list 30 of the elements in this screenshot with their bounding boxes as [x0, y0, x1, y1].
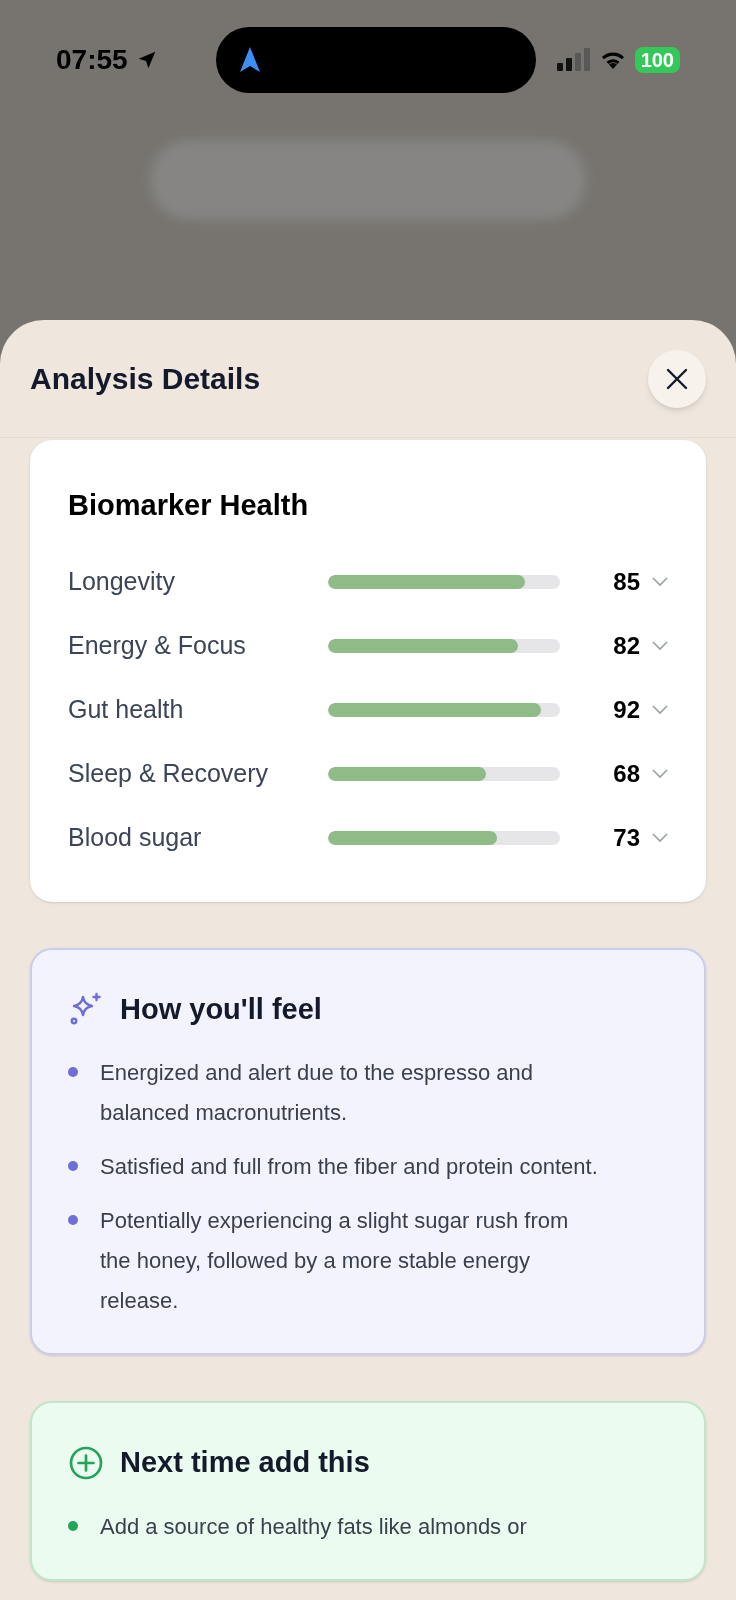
biomarker-score: 82	[613, 630, 640, 661]
biomarker-score: 68	[613, 758, 640, 789]
bullet-text: Add a source of healthy fats like almonds or	[100, 1512, 528, 1541]
bullet-text: Satisfied and full from the fiber and protein content.	[100, 1153, 599, 1181]
biomarker-label: Sleep & Recovery	[68, 757, 270, 789]
signal-icon	[556, 48, 591, 72]
chevron-down-icon[interactable]	[652, 768, 668, 779]
close-icon	[666, 367, 688, 390]
card-title: Biomarker Health	[68, 488, 310, 523]
biomarker-label: Energy & Focus	[68, 629, 247, 661]
chevron-down-icon[interactable]	[652, 832, 668, 843]
biomarker-score: 73	[613, 822, 640, 853]
navigation-arrow-icon	[238, 46, 263, 74]
chevron-down-icon[interactable]	[652, 640, 668, 651]
bullet-text: Energized and alert due to the espresso and balanced macronutrients.	[100, 1059, 534, 1127]
biomarker-score: 85	[613, 566, 640, 597]
biomarker-label: Blood sugar	[68, 821, 203, 853]
chevron-down-icon[interactable]	[652, 576, 668, 587]
plus-circle-icon	[68, 1444, 104, 1481]
section-title: How you'll feel	[120, 991, 322, 1027]
close-button[interactable]	[648, 349, 706, 408]
biomarker-score: 92	[613, 694, 640, 725]
biomarker-label: Gut health	[68, 693, 185, 725]
section-title: Next time add this	[120, 1445, 370, 1480]
bullet-text: Potentially experiencing a slight sugar rush from the honey, followed by a more stable energy release.	[100, 1207, 570, 1315]
sheet-title: Analysis Details	[30, 361, 261, 397]
status-time: 07:55	[56, 43, 128, 77]
battery-indicator: 100	[634, 47, 680, 73]
biomarker-label: Longevity	[68, 565, 177, 597]
chevron-down-icon[interactable]	[652, 704, 668, 715]
